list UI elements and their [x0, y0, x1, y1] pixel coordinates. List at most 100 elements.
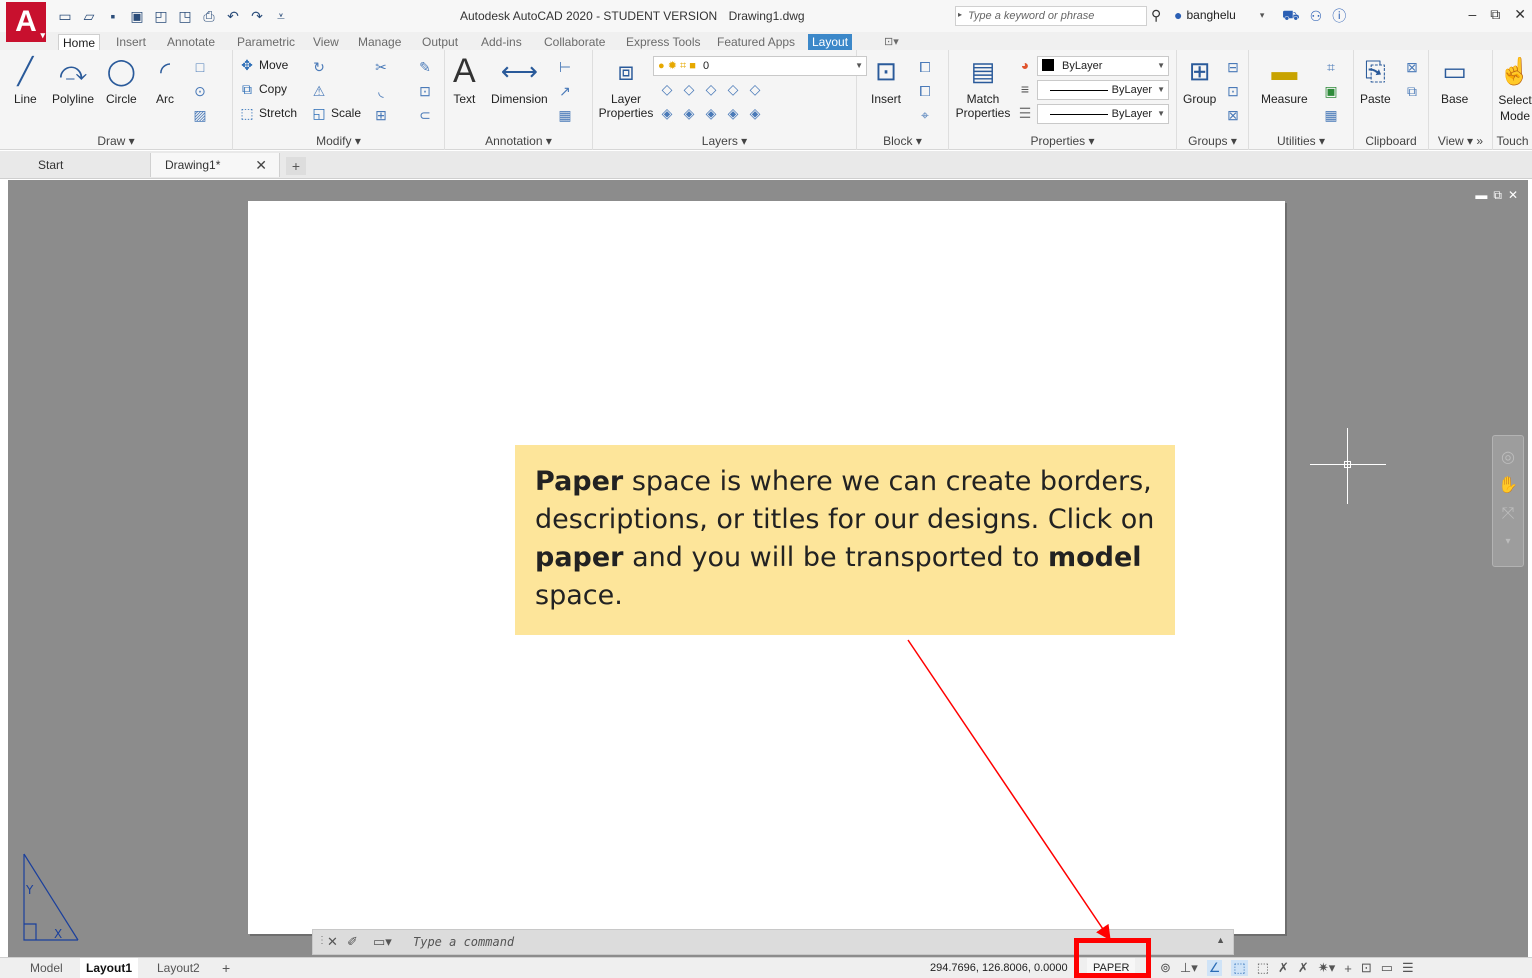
measure-tool[interactable]: ▬ Measure [1261, 54, 1308, 106]
text-tool[interactable]: A Text [453, 54, 476, 106]
line-tool[interactable]: ╱ Line [14, 54, 37, 106]
panel-title-properties[interactable]: Properties ▾ [949, 134, 1176, 148]
copy-clip-icon[interactable]: ⧉ [1404, 82, 1420, 100]
search-input[interactable] [968, 8, 1144, 24]
redo-icon[interactable]: ↷ [248, 7, 266, 25]
leader-icon[interactable]: ↗ [557, 82, 573, 100]
minimize-icon[interactable]: – [1468, 6, 1476, 23]
tab-collaborate[interactable]: Collaborate [540, 34, 609, 50]
open-folder-icon[interactable]: ▱ [80, 7, 98, 25]
array-icon[interactable]: ⊞ [373, 106, 389, 124]
select-all-icon[interactable]: ▣ [1323, 82, 1339, 100]
new-file-icon[interactable]: ▭ [56, 7, 74, 25]
panel-title-layers[interactable]: Layers ▾ [593, 134, 856, 148]
select-mode-tool[interactable]: ☝ Select Mode [1497, 54, 1532, 124]
undo-icon[interactable]: ↶ [224, 7, 242, 25]
polar-icon[interactable]: ⬚ [1231, 960, 1248, 976]
group-select-icon[interactable]: ⊠ [1225, 106, 1241, 124]
restore-icon[interactable]: ⧉ [1490, 6, 1500, 23]
lineweight-dropdown[interactable]: ByLayer ▼ [1037, 104, 1169, 124]
menu-icon[interactable]: ☰ [1402, 960, 1414, 976]
close-icon[interactable]: ✕ [1514, 6, 1526, 23]
annotation-scale-icon[interactable]: ✗ [1298, 960, 1309, 976]
user-account[interactable]: ● banghelu ▾ [1174, 7, 1264, 23]
copy-tool[interactable]: ⧉ Copy [239, 78, 287, 100]
trim-icon[interactable]: ✂ [373, 58, 389, 76]
dimension-tool[interactable]: ⟷ Dimension [491, 54, 548, 106]
linetype-dropdown[interactable]: ByLayer ▼ [1037, 80, 1169, 100]
tab-start[interactable]: Start [8, 153, 154, 177]
osnap-icon[interactable]: ⬚ [1257, 960, 1269, 976]
cloud-open-icon[interactable]: ◰ [152, 7, 170, 25]
tab-model[interactable]: Model [30, 958, 63, 978]
customize-icon[interactable]: ✐ [347, 934, 358, 950]
group-tool[interactable]: ⊞ Group [1183, 54, 1216, 106]
scale-tool[interactable]: ◱ Scale [311, 102, 361, 124]
save-icon[interactable]: ▪ [104, 7, 122, 25]
ellipse-icon[interactable]: ⊙ [192, 82, 208, 100]
cut-icon[interactable]: ⊠ [1404, 58, 1420, 76]
rotate-icon[interactable]: ↻ [311, 58, 327, 76]
panel-title-utilities[interactable]: Utilities ▾ [1249, 134, 1353, 148]
layer-tool-icon[interactable]: ◇ [659, 80, 675, 98]
chevron-down-icon[interactable]: ▾ [1260, 10, 1265, 21]
tab-manage[interactable]: Manage [354, 34, 405, 50]
restore-icon[interactable]: ⧉ [1493, 188, 1502, 203]
history-up-icon[interactable]: ▲ [1216, 935, 1225, 945]
layer-tool-icon[interactable]: ◇ [681, 80, 697, 98]
fillet-icon[interactable]: ◟ [373, 82, 389, 100]
stretch-tool[interactable]: ⬚ Stretch [239, 102, 297, 124]
help-icon[interactable]: ⓘ [1332, 6, 1346, 26]
explode-icon[interactable]: ⊡ [417, 82, 433, 100]
expand-icon[interactable]: ▸ [958, 10, 962, 19]
tab-layout[interactable]: Layout [808, 34, 853, 50]
arc-tool[interactable]: ◜ Arc [156, 54, 174, 106]
color-dropdown[interactable]: ByLayer ▼ [1037, 56, 1169, 76]
move-tool[interactable]: ✥ Move [239, 54, 288, 76]
command-input[interactable] [413, 933, 1173, 951]
save-as-icon[interactable]: ▣ [128, 7, 146, 25]
recent-commands-icon[interactable]: ▭▾ [373, 934, 392, 950]
base-tool[interactable]: ▭ Base [1441, 54, 1468, 106]
snap-icon[interactable]: ⊥▾ [1180, 960, 1198, 976]
circle-tool[interactable]: ◯ Circle [106, 54, 137, 106]
tab-home[interactable]: Home [58, 34, 101, 50]
layer-tool-icon[interactable]: ◈ [725, 104, 741, 122]
tab-output[interactable]: Output [418, 34, 462, 50]
grid-icon[interactable]: ⊚ [1160, 960, 1171, 976]
panel-title-view[interactable]: View ▾ » [1429, 134, 1492, 148]
customize-qat-icon[interactable]: ⩡ [272, 7, 290, 25]
ungroup-icon[interactable]: ⊟ [1225, 58, 1241, 76]
search-box[interactable]: ▸ [955, 6, 1147, 26]
coordinate-readout[interactable]: 294.7696, 126.8006, 0.0000 [930, 958, 1068, 978]
cloud-save-icon[interactable]: ◳ [176, 7, 194, 25]
layer-tool-icon[interactable]: ◈ [681, 104, 697, 122]
annotation-visibility-icon[interactable]: ✗ [1278, 960, 1289, 976]
add-layout-icon[interactable]: + [222, 958, 230, 978]
hatch-icon[interactable]: ▨ [192, 106, 208, 124]
edit-block-icon[interactable]: ⧠ [917, 82, 933, 100]
plus-icon[interactable]: + [1344, 961, 1352, 976]
tab-drawing1[interactable]: Drawing1* ✕ [150, 153, 280, 177]
offset-icon[interactable]: ⊂ [417, 106, 433, 124]
layer-tool-icon[interactable]: ◇ [703, 80, 719, 98]
gear-icon[interactable]: ✷▾ [1318, 960, 1335, 976]
group-edit-icon[interactable]: ⊡ [1225, 82, 1241, 100]
tab-layout2[interactable]: Layout2 [157, 958, 200, 978]
table-icon[interactable]: ▦ [557, 106, 573, 124]
layer-properties-tool[interactable]: ⧈ Layer Properties [597, 54, 655, 120]
rectangle-icon[interactable]: □ [192, 58, 208, 76]
cart-icon[interactable]: ⛟ [1282, 7, 1300, 26]
layer-tool-icon[interactable]: ◇ [725, 80, 741, 98]
tab-add-ins[interactable]: Add-ins [477, 34, 526, 50]
panel-title-modify[interactable]: Modify ▾ [233, 134, 444, 148]
isolate-icon[interactable]: ⊡ [1361, 960, 1372, 976]
insert-tool[interactable]: ⊡ Insert [871, 54, 901, 106]
quick-select-icon[interactable]: ⌗ [1323, 58, 1339, 76]
zoom-extents-icon[interactable]: ⤧ [1493, 500, 1523, 528]
panel-title-annotation[interactable]: Annotation ▾ [445, 134, 592, 148]
a360-icon[interactable]: ⚇ [1310, 8, 1323, 25]
layer-tool-icon[interactable]: ◈ [703, 104, 719, 122]
tab-parametric[interactable]: Parametric [233, 34, 299, 50]
create-block-icon[interactable]: ⧠ [917, 58, 933, 76]
